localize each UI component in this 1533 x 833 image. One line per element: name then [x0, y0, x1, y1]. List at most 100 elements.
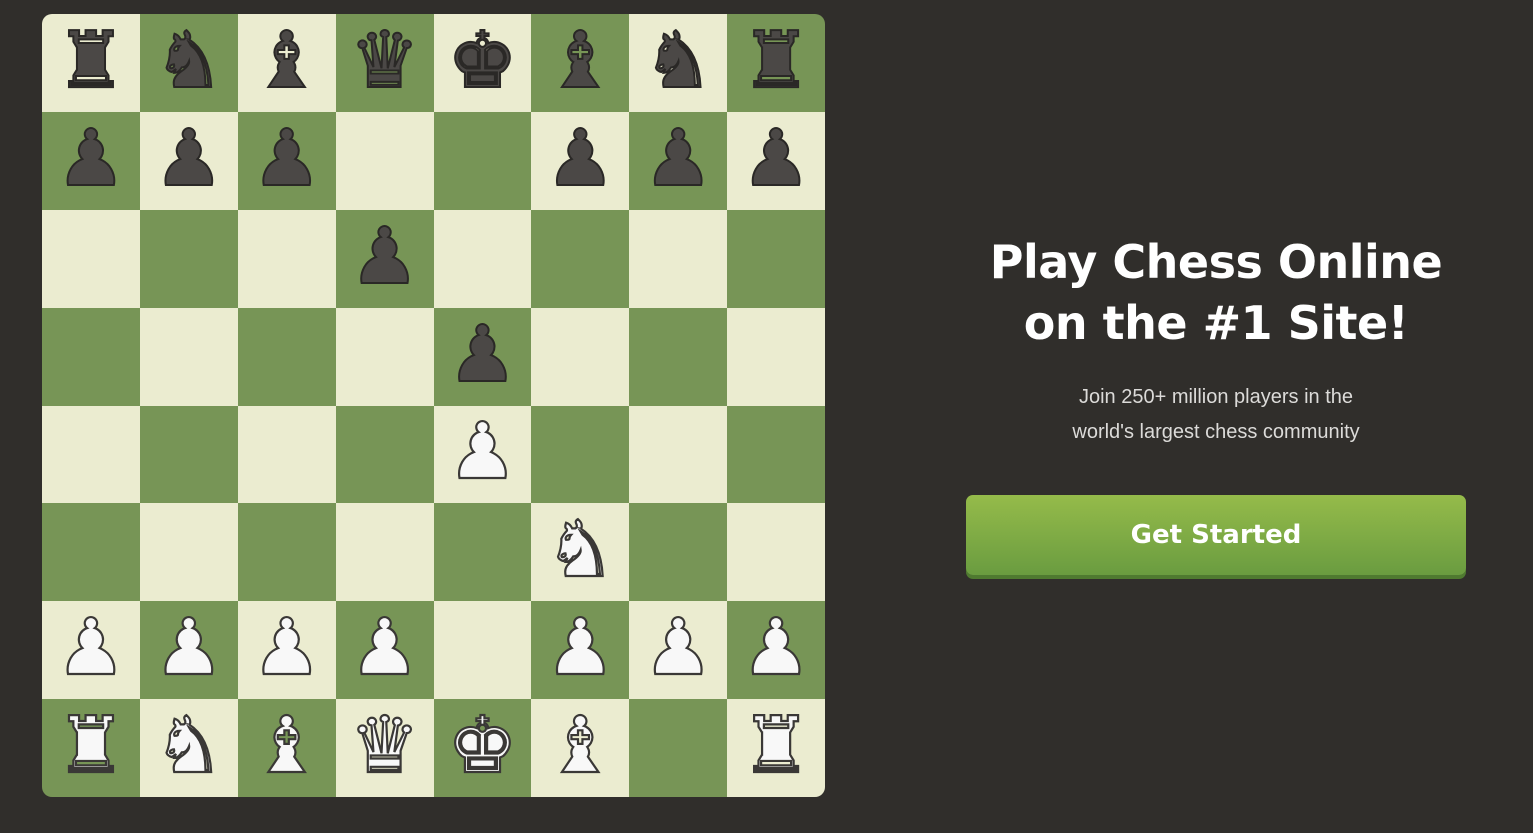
white-pawn-icon[interactable]: ♟	[642, 608, 714, 688]
square-h4[interactable]	[727, 405, 825, 504]
square-e5[interactable]: ♟	[433, 307, 532, 406]
black-pawn-icon[interactable]: ♟	[740, 119, 812, 199]
white-pawn-icon[interactable]: ♟	[251, 608, 323, 688]
square-h5[interactable]	[727, 307, 825, 406]
square-b7[interactable]: ♟	[139, 111, 238, 210]
square-c6[interactable]	[237, 209, 336, 308]
hero-subtitle-line-1: Join 250+ million players in the	[1078, 386, 1354, 408]
square-b1[interactable]: ♞	[139, 699, 238, 797]
square-h2[interactable]: ♟	[727, 601, 825, 700]
square-a1[interactable]: ♜	[42, 699, 140, 797]
square-h3[interactable]	[727, 503, 825, 602]
white-pawn-icon[interactable]: ♟	[348, 608, 420, 688]
square-a8[interactable]: ♜	[42, 14, 140, 112]
square-a6[interactable]	[42, 209, 140, 308]
square-f8[interactable]: ♝	[531, 14, 630, 112]
black-rook-icon[interactable]: ♜	[740, 21, 812, 101]
black-pawn-icon[interactable]: ♟	[642, 119, 714, 199]
square-b8[interactable]: ♞	[139, 14, 238, 112]
white-king-icon[interactable]: ♚	[446, 706, 518, 786]
black-pawn-icon[interactable]: ♟	[446, 315, 518, 395]
square-g4[interactable]	[629, 405, 728, 504]
hero-title-line-1: Play Chess Online	[989, 235, 1443, 289]
square-b2[interactable]: ♟	[139, 601, 238, 700]
white-bishop-icon[interactable]: ♝	[251, 706, 323, 786]
square-e2[interactable]	[433, 601, 532, 700]
square-a5[interactable]	[42, 307, 140, 406]
square-h8[interactable]: ♜	[727, 14, 825, 112]
white-pawn-icon[interactable]: ♟	[446, 412, 518, 492]
black-knight-icon[interactable]: ♞	[153, 21, 225, 101]
square-d8[interactable]: ♛	[335, 14, 434, 112]
square-a4[interactable]	[42, 405, 140, 504]
black-rook-icon[interactable]: ♜	[55, 21, 127, 101]
square-e7[interactable]	[433, 111, 532, 210]
black-pawn-icon[interactable]: ♟	[153, 119, 225, 199]
square-g6[interactable]	[629, 209, 728, 308]
square-h7[interactable]: ♟	[727, 111, 825, 210]
white-rook-icon[interactable]: ♜	[55, 706, 127, 786]
square-d1[interactable]: ♛	[335, 699, 434, 797]
black-king-icon[interactable]: ♚	[446, 21, 518, 101]
square-f4[interactable]	[531, 405, 630, 504]
square-f5[interactable]	[531, 307, 630, 406]
black-pawn-icon[interactable]: ♟	[544, 119, 616, 199]
square-c7[interactable]: ♟	[237, 111, 336, 210]
square-h1[interactable]: ♜	[727, 699, 825, 797]
square-h6[interactable]	[727, 209, 825, 308]
black-knight-icon[interactable]: ♞	[642, 21, 714, 101]
square-d5[interactable]	[335, 307, 434, 406]
square-b4[interactable]	[139, 405, 238, 504]
black-bishop-icon[interactable]: ♝	[251, 21, 323, 101]
white-knight-icon[interactable]: ♞	[544, 510, 616, 590]
square-g8[interactable]: ♞	[629, 14, 728, 112]
square-d7[interactable]	[335, 111, 434, 210]
black-bishop-icon[interactable]: ♝	[544, 21, 616, 101]
get-started-button[interactable]: Get Started	[966, 495, 1466, 575]
square-e4[interactable]: ♟	[433, 405, 532, 504]
square-c4[interactable]	[237, 405, 336, 504]
white-knight-icon[interactable]: ♞	[153, 706, 225, 786]
square-f6[interactable]	[531, 209, 630, 308]
square-c1[interactable]: ♝	[237, 699, 336, 797]
white-pawn-icon[interactable]: ♟	[544, 608, 616, 688]
square-f7[interactable]: ♟	[531, 111, 630, 210]
black-pawn-icon[interactable]: ♟	[349, 217, 421, 297]
square-g3[interactable]	[629, 503, 728, 602]
square-e8[interactable]: ♚	[433, 14, 532, 112]
chess-board[interactable]: ♜ ♞ ♝ ♛ ♚ ♝ ♞ ♜ ♟ ♟ ♟ ♟ ♟ ♟ ♟ ♟ ♟ ♞ ♟ ♟ ♟ ♟ ♟ ♟ ♟ ♜ ♞ ♝ ♛ ♚ ♝ ♜	[42, 14, 825, 797]
square-g2[interactable]: ♟	[629, 601, 728, 700]
square-a3[interactable]	[42, 503, 140, 602]
square-e6[interactable]	[433, 209, 532, 308]
square-d3[interactable]	[335, 503, 434, 602]
square-d2[interactable]: ♟	[335, 601, 434, 700]
white-bishop-icon[interactable]: ♝	[544, 706, 616, 786]
black-queen-icon[interactable]: ♛	[349, 21, 421, 101]
square-g7[interactable]: ♟	[629, 111, 728, 210]
square-d4[interactable]	[335, 405, 434, 504]
black-pawn-icon[interactable]: ♟	[55, 119, 127, 199]
square-e1[interactable]: ♚	[433, 699, 532, 797]
square-d6[interactable]: ♟	[335, 209, 434, 308]
square-f3[interactable]: ♞	[531, 503, 630, 602]
square-b5[interactable]	[139, 307, 238, 406]
black-pawn-icon[interactable]: ♟	[251, 119, 323, 199]
white-pawn-icon[interactable]: ♟	[153, 608, 225, 688]
square-c5[interactable]	[237, 307, 336, 406]
square-e3[interactable]	[433, 503, 532, 602]
square-b3[interactable]	[139, 503, 238, 602]
square-g5[interactable]	[629, 307, 728, 406]
square-c8[interactable]: ♝	[237, 14, 336, 112]
square-c3[interactable]	[237, 503, 336, 602]
white-pawn-icon[interactable]: ♟	[740, 608, 812, 688]
square-g1[interactable]	[629, 699, 728, 797]
square-a2[interactable]: ♟	[42, 601, 140, 700]
square-a7[interactable]: ♟	[42, 111, 140, 210]
white-queen-icon[interactable]: ♛	[348, 706, 420, 786]
square-f1[interactable]: ♝	[531, 699, 630, 797]
square-f2[interactable]: ♟	[531, 601, 630, 700]
white-rook-icon[interactable]: ♜	[740, 706, 812, 786]
square-b6[interactable]	[139, 209, 238, 308]
square-c2[interactable]: ♟	[237, 601, 336, 700]
white-pawn-icon[interactable]: ♟	[55, 608, 127, 688]
